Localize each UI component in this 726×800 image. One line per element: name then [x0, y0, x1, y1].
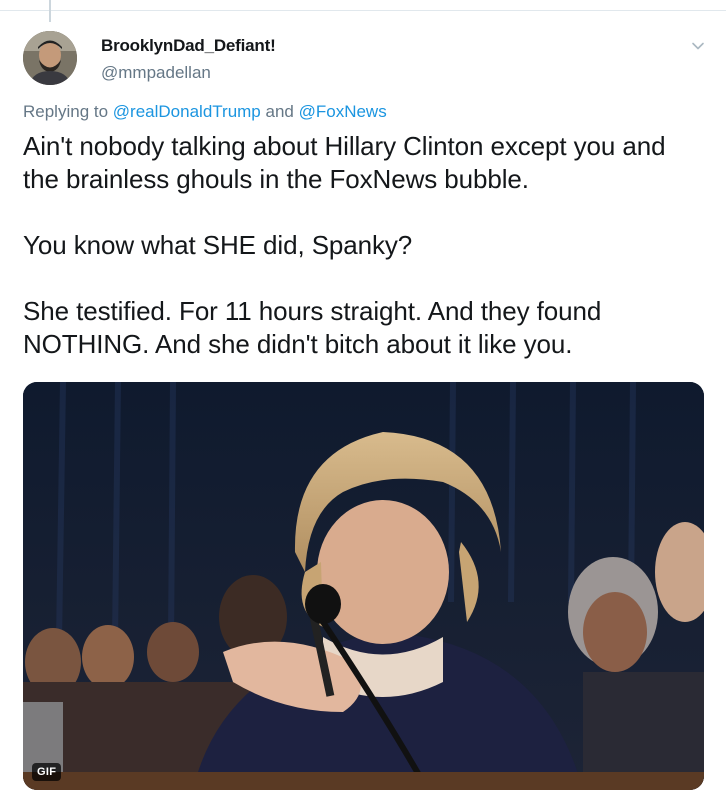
replying-to-conjunction: and [265, 102, 294, 121]
replying-to: Replying to @realDonaldTrump and @FoxNew… [23, 102, 387, 122]
author-display-name[interactable]: BrooklynDad_Defiant! [101, 36, 276, 56]
replying-to-label: Replying to [23, 102, 109, 121]
avatar[interactable] [23, 31, 77, 85]
tweet-card: BrooklynDad_Defiant! @mmpadellan Replyin… [0, 0, 726, 800]
tweet-paragraph: She testified. For 11 hours straight. An… [23, 296, 602, 359]
avatar-image [23, 31, 77, 85]
mention-link[interactable]: @FoxNews [299, 102, 387, 121]
mention-link[interactable]: @realDonaldTrump [113, 102, 261, 121]
tweet-paragraph: Ain't nobody talking about Hillary Clint… [23, 131, 666, 194]
author-handle[interactable]: @mmpadellan [101, 63, 211, 83]
top-divider [0, 10, 726, 11]
tweet-paragraph: You know what SHE did, Spanky? [23, 230, 413, 260]
tweet-media-gif[interactable]: GIF [23, 382, 704, 790]
chevron-down-icon[interactable] [690, 38, 706, 54]
tweet-text: Ain't nobody talking about Hillary Clint… [23, 130, 703, 361]
thread-connector [49, 0, 51, 22]
gif-badge: GIF [32, 763, 62, 781]
gif-frame-image [23, 382, 704, 790]
